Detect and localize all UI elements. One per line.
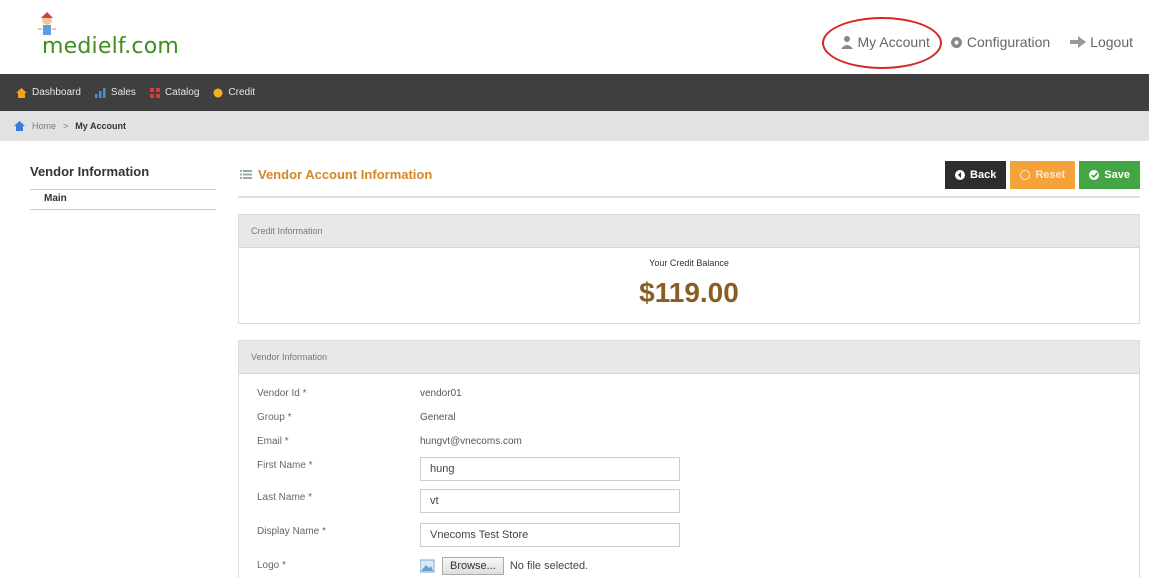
image-file-icon	[420, 559, 435, 573]
catalog-icon	[149, 87, 160, 98]
vendor-panel-title: Vendor Information	[239, 341, 1139, 374]
no-file-selected-text: No file selected.	[509, 560, 589, 572]
credit-panel-title: Credit Information	[239, 215, 1139, 248]
save-button-label: Save	[1104, 169, 1130, 181]
check-icon	[1089, 170, 1100, 180]
site-logo[interactable]: medielf.com	[30, 12, 190, 64]
logout-link[interactable]: Logout	[1070, 34, 1133, 50]
email-value: hungvt@vnecoms.com	[420, 436, 522, 447]
top-links: My Account Configuration Logout	[840, 34, 1133, 50]
nav-label-dashboard: Dashboard	[32, 87, 81, 98]
nav-label-credit: Credit	[228, 87, 256, 98]
coin-icon	[213, 88, 223, 97]
gear-icon	[950, 36, 962, 48]
home-icon	[16, 87, 27, 98]
page-title: Vendor Account Information	[240, 167, 432, 182]
group-label: Group *	[257, 412, 292, 423]
browse-button[interactable]: Browse...	[442, 557, 504, 575]
my-account-link[interactable]: My Account	[840, 34, 930, 50]
vendor-id-label: Vendor Id *	[257, 388, 307, 399]
sidebar-item-main[interactable]: Main	[30, 190, 216, 210]
logout-arrow-icon	[1070, 36, 1087, 48]
header: medielf.com My Account Configuration Log…	[0, 0, 1149, 74]
logout-label: Logout	[1090, 34, 1133, 50]
breadcrumb-separator: >	[63, 121, 69, 131]
reset-button-label: Reset	[1035, 169, 1066, 181]
last-name-input[interactable]	[420, 489, 680, 513]
group-value: General	[420, 412, 456, 423]
reset-icon	[1020, 170, 1031, 180]
credit-panel: Credit Information Your Credit Balance $…	[238, 214, 1140, 324]
nav-item-catalog[interactable]: Catalog	[149, 87, 200, 98]
home-icon	[14, 121, 25, 131]
logo-upload: Browse... No file selected.	[420, 557, 588, 575]
reset-button[interactable]: Reset	[1010, 161, 1076, 189]
credit-balance-label: Your Credit Balance	[649, 258, 729, 268]
last-name-label: Last Name *	[257, 492, 313, 503]
vendor-form: Vendor Id * vendor01 Group * General Ema…	[239, 374, 1139, 578]
configuration-label: Configuration	[966, 34, 1051, 50]
logo-label: Logo *	[257, 560, 286, 571]
vendor-id-value: vendor01	[420, 388, 462, 399]
first-name-label: First Name *	[257, 460, 313, 471]
breadcrumb-home[interactable]: Home	[32, 121, 56, 131]
action-buttons: Back Reset Save	[945, 161, 1140, 189]
nav-item-sales[interactable]: Sales	[94, 87, 136, 98]
nav-item-credit[interactable]: Credit	[213, 87, 255, 98]
my-account-label: My Account	[857, 34, 930, 50]
nav-label-sales: Sales	[110, 87, 136, 98]
page-title-text: Vendor Account Information	[258, 167, 433, 182]
back-arrow-icon	[955, 170, 966, 180]
display-name-input[interactable]	[420, 523, 680, 547]
back-button-label: Back	[970, 169, 997, 181]
nav-label-catalog: Catalog	[164, 87, 200, 98]
display-name-label: Display Name *	[257, 526, 326, 537]
bar-chart-icon	[94, 87, 106, 98]
main-content: Vendor Account Information Back Reset Sa…	[238, 160, 1140, 578]
credit-balance-amount: $119.00	[639, 277, 739, 308]
list-icon	[240, 170, 252, 179]
back-button[interactable]: Back	[945, 161, 1007, 189]
page-header: Vendor Account Information Back Reset Sa…	[238, 160, 1140, 198]
user-icon	[840, 36, 853, 49]
save-button[interactable]: Save	[1079, 161, 1140, 189]
first-name-input[interactable]	[420, 457, 680, 481]
main-nav: Dashboard Sales Catalog Credit	[0, 74, 1149, 111]
nav-item-dashboard[interactable]: Dashboard	[16, 87, 81, 98]
email-label: Email *	[257, 436, 289, 447]
sidebar-title: Vendor Information	[30, 160, 216, 190]
logo-text: medielf.com	[42, 34, 180, 59]
breadcrumb-current: My Account	[75, 121, 126, 131]
breadcrumb: Home > My Account	[0, 111, 1149, 141]
credit-body: Your Credit Balance $119.00	[239, 248, 1139, 323]
vendor-panel: Vendor Information Vendor Id * vendor01 …	[238, 340, 1140, 578]
configuration-link[interactable]: Configuration	[950, 34, 1050, 50]
sidebar: Vendor Information Main	[30, 160, 216, 210]
